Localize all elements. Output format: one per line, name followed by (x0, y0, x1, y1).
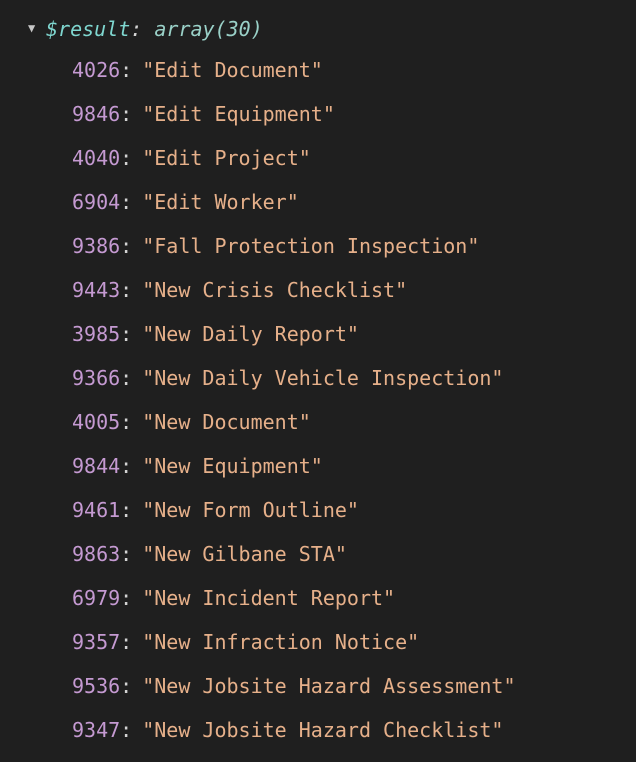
array-root-row[interactable]: ▼ $result: array(30) (8, 10, 636, 48)
colon-separator: : (120, 58, 132, 82)
array-entry[interactable]: 9846: "Edit Equipment" (72, 92, 636, 136)
entry-value: "New Daily Report" (142, 322, 359, 346)
entry-key: 9386 (72, 234, 120, 258)
colon-separator: : (120, 542, 132, 566)
colon-separator: : (130, 17, 154, 41)
entry-value: "Edit Equipment" (142, 102, 335, 126)
debug-variable-view: ▼ $result: array(30) 4026: "Edit Document… (0, 0, 636, 752)
colon-separator: : (120, 146, 132, 170)
colon-separator: : (120, 322, 132, 346)
array-entry[interactable]: 6904: "Edit Worker" (72, 180, 636, 224)
array-entry[interactable]: 4026: "Edit Document" (72, 48, 636, 92)
array-entry[interactable]: 9386: "Fall Protection Inspection" (72, 224, 636, 268)
entry-value: "New Equipment" (142, 454, 323, 478)
colon-separator: : (120, 674, 132, 698)
entry-value: "New Daily Vehicle Inspection" (142, 366, 503, 390)
array-entry[interactable]: 9461: "New Form Outline" (72, 488, 636, 532)
variable-name: $result (46, 17, 130, 41)
entry-key: 9366 (72, 366, 120, 390)
array-entry[interactable]: 9844: "New Equipment" (72, 444, 636, 488)
entry-value: "New Jobsite Hazard Assessment" (142, 674, 515, 698)
entry-key: 9461 (72, 498, 120, 522)
array-entries-list: 4026: "Edit Document" 9846: "Edit Equipment… (8, 48, 636, 752)
array-entry[interactable]: 9366: "New Daily Vehicle Inspection" (72, 356, 636, 400)
colon-separator: : (120, 190, 132, 214)
entry-value: "New Gilbane STA" (142, 542, 347, 566)
entry-key: 9863 (72, 542, 120, 566)
array-entry[interactable]: 6979: "New Incident Report" (72, 576, 636, 620)
entry-key: 6904 (72, 190, 120, 214)
variable-type: array(30) (154, 17, 262, 41)
array-entry[interactable]: 4040: "Edit Project" (72, 136, 636, 180)
array-entry[interactable]: 9443: "New Crisis Checklist" (72, 268, 636, 312)
entry-key: 3985 (72, 322, 120, 346)
entry-key: 9536 (72, 674, 120, 698)
entry-key: 6979 (72, 586, 120, 610)
colon-separator: : (120, 234, 132, 258)
array-entry[interactable]: 9863: "New Gilbane STA" (72, 532, 636, 576)
array-entry[interactable]: 9357: "New Infraction Notice" (72, 620, 636, 664)
entry-value: "New Jobsite Hazard Checklist" (142, 718, 503, 742)
entry-value: "Edit Worker" (142, 190, 299, 214)
entry-value: "New Form Outline" (142, 498, 359, 522)
colon-separator: : (120, 586, 132, 610)
entry-key: 4026 (72, 58, 120, 82)
entry-key: 4005 (72, 410, 120, 434)
entry-value: "Edit Project" (142, 146, 311, 170)
entry-key: 9844 (72, 454, 120, 478)
colon-separator: : (120, 366, 132, 390)
entry-value: "New Infraction Notice" (142, 630, 419, 654)
entry-value: "New Incident Report" (142, 586, 395, 610)
colon-separator: : (120, 498, 132, 522)
entry-key: 4040 (72, 146, 120, 170)
entry-value: "New Crisis Checklist" (142, 278, 407, 302)
entry-key: 9846 (72, 102, 120, 126)
colon-separator: : (120, 278, 132, 302)
array-entry[interactable]: 9536: "New Jobsite Hazard Assessment" (72, 664, 636, 708)
entry-key: 9357 (72, 630, 120, 654)
entry-key: 9443 (72, 278, 120, 302)
array-entry[interactable]: 4005: "New Document" (72, 400, 636, 444)
entry-key: 9347 (72, 718, 120, 742)
colon-separator: : (120, 718, 132, 742)
colon-separator: : (120, 410, 132, 434)
colon-separator: : (120, 630, 132, 654)
colon-separator: : (120, 102, 132, 126)
colon-separator: : (120, 454, 132, 478)
array-entry[interactable]: 9347: "New Jobsite Hazard Checklist" (72, 708, 636, 752)
expand-toggle-icon[interactable]: ▼ (28, 18, 46, 38)
entry-value: "New Document" (142, 410, 311, 434)
entry-value: "Fall Protection Inspection" (142, 234, 479, 258)
entry-value: "Edit Document" (142, 58, 323, 82)
array-entry[interactable]: 3985: "New Daily Report" (72, 312, 636, 356)
